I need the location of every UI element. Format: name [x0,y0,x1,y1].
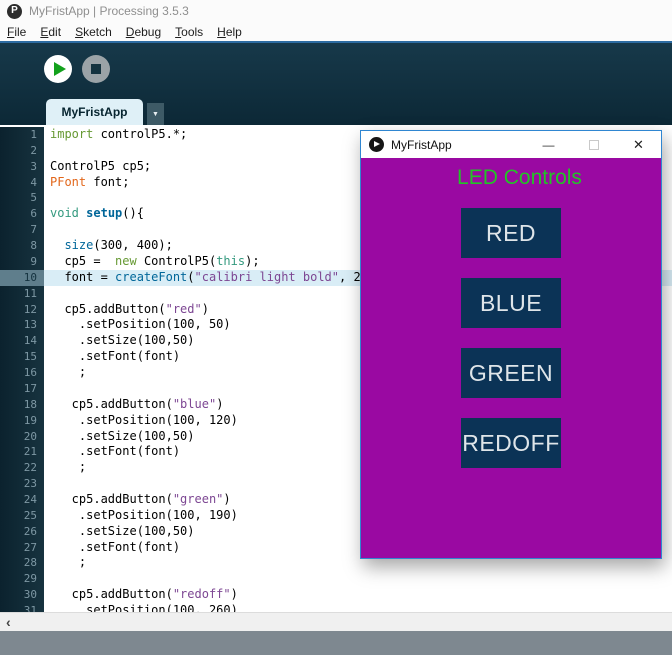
maximize-button[interactable] [571,131,616,158]
code-text: cp5.addButton("redoff") [50,587,238,602]
sketch-window-title: MyFristApp [391,137,452,152]
blue-led-button[interactable]: BLUE [461,278,561,328]
sketch-canvas: LED Controls RED BLUE GREEN REDOFF [361,158,661,558]
line-number: 9 [0,253,44,270]
red-led-button[interactable]: RED [461,208,561,258]
chevron-down-icon: ▼ [152,110,159,118]
os-titlebar: P MyFristApp | Processing 3.5.3 [0,0,672,22]
line-number: 14 [0,333,44,350]
line-number: 29 [0,571,44,588]
line-number: 28 [0,555,44,572]
line-number: 6 [0,206,44,223]
line-number: 26 [0,523,44,540]
menu-item-sketch[interactable]: Sketch [68,25,119,39]
menu-item-edit[interactable]: Edit [33,25,68,39]
sketch-window: MyFristApp — ✕ LED Controls RED BLUE GREEN… [360,130,662,559]
play-icon [374,141,380,147]
minimize-icon: — [542,137,555,152]
processing-logo-icon: P [7,3,22,19]
menu-item-help[interactable]: Help [210,25,249,39]
window-title: MyFristApp | Processing 3.5.3 [29,4,189,18]
stop-button[interactable] [82,55,110,83]
line-number: 10 [0,269,44,286]
close-button[interactable]: ✕ [616,131,661,158]
line-number: 4 [0,174,44,191]
horizontal-scrollbar[interactable]: ‹ [0,612,672,631]
code-line: 30 cp5.addButton("redoff") [0,587,672,604]
play-icon [54,62,66,76]
line-number: 5 [0,190,44,207]
line-number: 3 [0,158,44,175]
line-number: 25 [0,507,44,524]
minimize-button[interactable]: — [526,131,571,158]
close-icon: ✕ [633,136,644,152]
line-number: 17 [0,380,44,397]
line-number: 27 [0,539,44,556]
green-led-button[interactable]: GREEN [461,348,561,398]
line-number: 15 [0,349,44,366]
line-number: 18 [0,396,44,413]
line-number: 13 [0,317,44,334]
line-number: 23 [0,476,44,492]
sketch-titlebar[interactable]: MyFristApp — ✕ [361,131,661,158]
code-line: 29 [0,571,672,588]
console-strip [0,631,672,655]
processing-ide-window: P MyFristApp | Processing 3.5.3 File Edit… [0,0,672,655]
scroll-left-icon[interactable]: ‹ [0,615,11,629]
line-number: 30 [0,587,44,604]
line-number: 31 [0,603,44,612]
line-number: 24 [0,492,44,508]
line-number: 19 [0,412,44,429]
maximize-icon [588,139,599,150]
line-number: 16 [0,365,44,381]
menu-item-file[interactable]: File [0,25,33,39]
line-number: 20 [0,428,44,445]
line-number: 1 [0,127,44,143]
line-number: 11 [0,285,44,302]
led-controls-heading: LED Controls [457,166,582,189]
menu-item-debug[interactable]: Debug [119,25,168,39]
menu-item-tools[interactable]: Tools [168,25,210,39]
stop-icon [91,64,101,74]
sketch-tab[interactable]: MyFristApp [46,99,143,125]
line-number: 21 [0,444,44,461]
line-number: 8 [0,238,44,254]
line-number: 7 [0,222,44,239]
toolbar: MyFristApp ▼ [0,43,672,125]
line-number: 12 [0,301,44,318]
menu-bar: File Edit Sketch Debug Tools Help [0,22,672,43]
code-text: .setPosition(100, 260) [50,603,238,612]
run-button[interactable] [44,55,72,83]
tab-dropdown-button[interactable]: ▼ [147,103,164,125]
sketch-app-icon [369,137,384,152]
redoff-led-button[interactable]: REDOFF [461,418,561,468]
code-line: 31 .setPosition(100, 260) [0,603,672,612]
line-number: 22 [0,460,44,477]
line-number: 2 [0,142,44,159]
